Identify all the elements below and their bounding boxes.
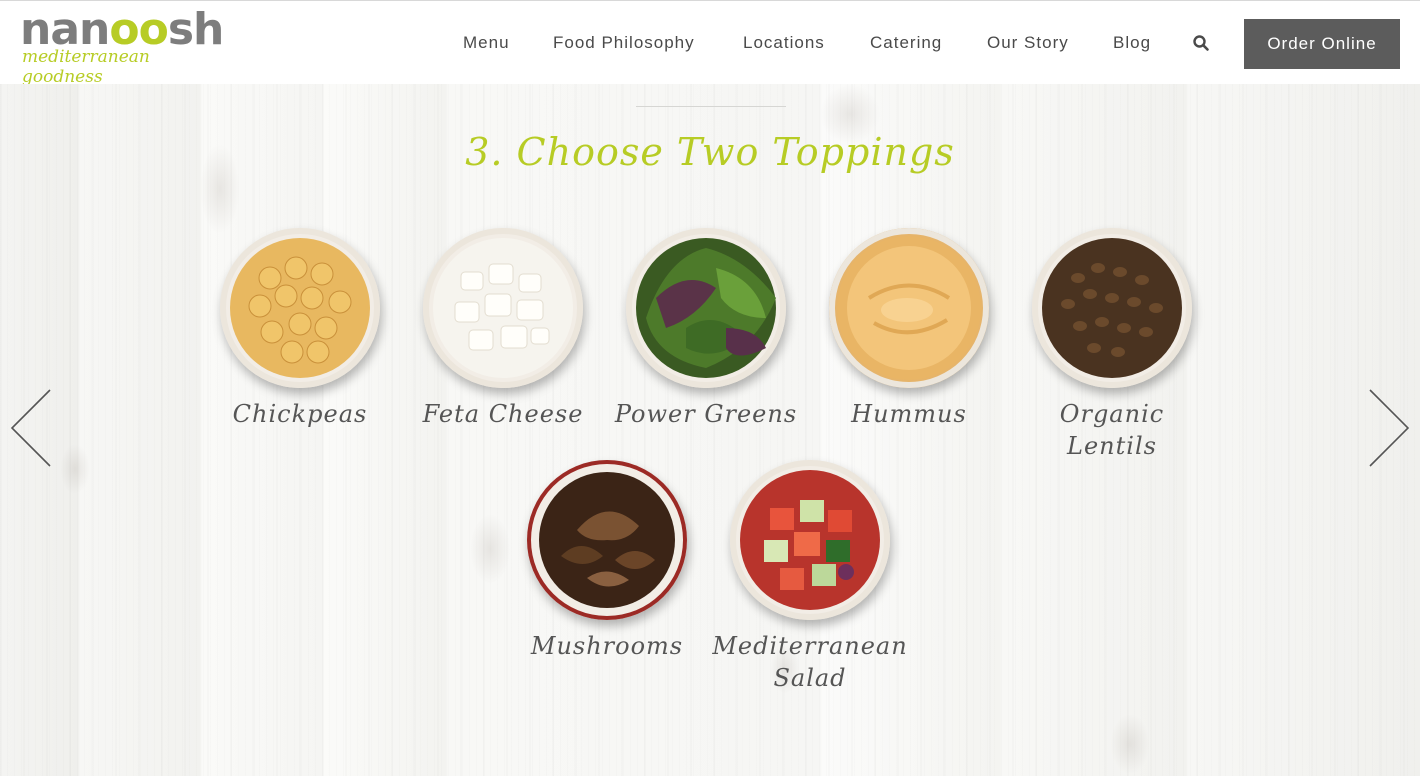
chevron-left-icon[interactable] [10, 388, 54, 468]
topping-label: Hummus [851, 400, 967, 428]
search-icon[interactable] [1192, 34, 1210, 52]
topping-label: Chickpeas [232, 400, 368, 428]
organic-lentils-bowl-image [1032, 228, 1192, 388]
feta-cheese-bowl-image [423, 228, 583, 388]
wood-knot [60, 444, 90, 494]
site-header: nanoosh mediterranean goodness Menu Food… [0, 0, 1420, 87]
toppings-carousel: 3. Choose Two Toppings Chickpeas Feta Ch… [0, 84, 1420, 776]
mediterranean-salad-bowl-image [730, 460, 890, 620]
nav-item-food-philosophy[interactable]: Food Philosophy [553, 33, 695, 53]
topping-label: Organic Lentils [1059, 400, 1165, 460]
step-title: 3. Choose Two Toppings [465, 130, 955, 174]
main-nav: Menu Food Philosophy Locations Catering … [0, 1, 1420, 85]
nav-item-our-story[interactable]: Our Story [987, 33, 1069, 53]
nav-item-catering[interactable]: Catering [870, 33, 942, 53]
chevron-right-icon[interactable] [1366, 388, 1410, 468]
chickpeas-bowl-image [220, 228, 380, 388]
hummus-bowl-image [829, 228, 989, 388]
nav-item-locations[interactable]: Locations [743, 33, 825, 53]
power-greens-bowl-image [626, 228, 786, 388]
title-divider [636, 106, 786, 107]
order-online-button[interactable]: Order Online [1244, 19, 1400, 69]
topping-label: Feta Cheese [422, 400, 584, 428]
topping-label: Mushrooms [530, 632, 684, 660]
wood-knot [1110, 714, 1150, 774]
topping-label: Mediterranean Salad [712, 632, 908, 692]
nav-item-blog[interactable]: Blog [1113, 33, 1151, 53]
mushrooms-bowl-image [527, 460, 687, 620]
nav-item-menu[interactable]: Menu [463, 33, 510, 53]
topping-label: Power Greens [614, 400, 798, 428]
wood-knot [470, 514, 510, 584]
